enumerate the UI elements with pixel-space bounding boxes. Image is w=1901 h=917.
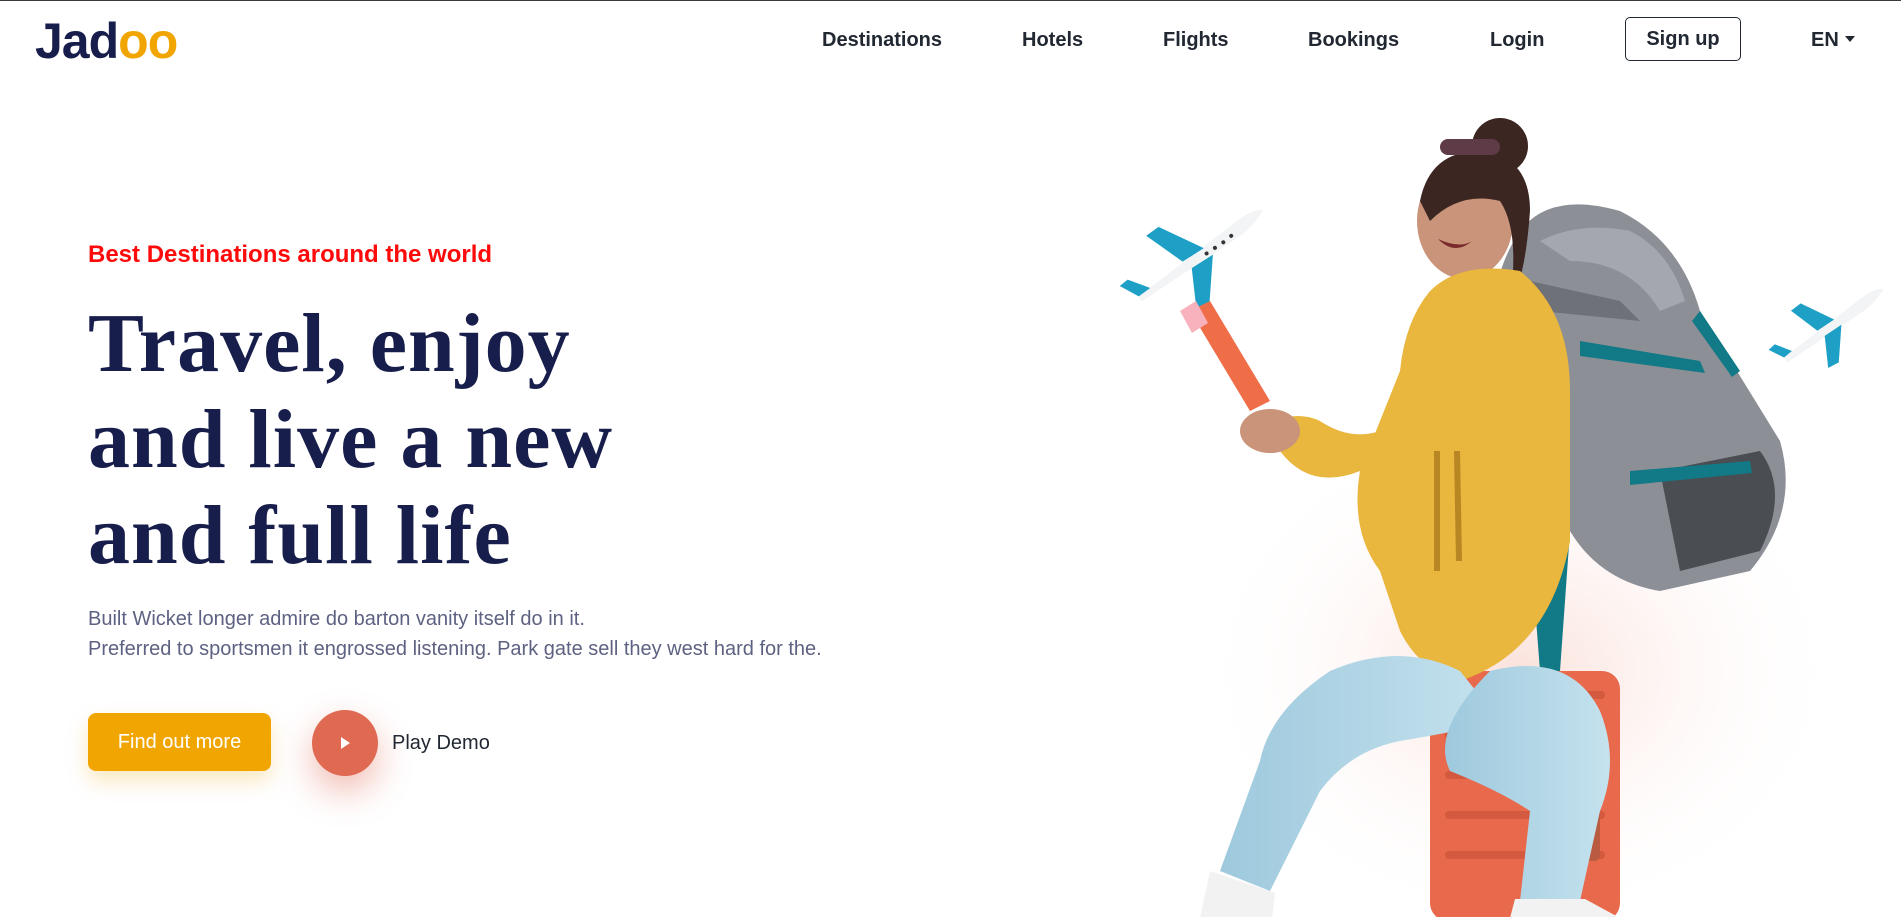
- traveler-illustration: [1119, 118, 1884, 917]
- headline-line-3: and full life: [88, 489, 512, 582]
- hand-with-tickets: [1180, 301, 1300, 453]
- headline-highlight: enjoy: [369, 297, 571, 390]
- airplane-icon-secondary: [1768, 288, 1884, 369]
- landing-page: Jad oo Destinations Hotels Flights Bookin…: [0, 0, 1901, 917]
- play-demo-label: Play Demo: [392, 731, 490, 754]
- play-button-circle[interactable]: [312, 710, 378, 776]
- hero-description: Built Wicket longer admire do barton van…: [88, 604, 822, 664]
- top-navigation: Destinations Hotels Flights Bookings Log…: [0, 17, 1901, 63]
- nav-link-destinations[interactable]: Destinations: [822, 17, 942, 63]
- hero-headline: Travel, enjoy and live a new and full li…: [88, 296, 613, 584]
- nav-link-bookings[interactable]: Bookings: [1308, 17, 1399, 63]
- signup-button[interactable]: Sign up: [1625, 17, 1741, 61]
- language-label: EN: [1811, 29, 1839, 51]
- nav-link-login[interactable]: Login: [1490, 17, 1544, 63]
- headline-line-2: and live a new: [88, 393, 614, 486]
- headline-prefix: Travel,: [88, 297, 370, 390]
- find-out-more-button[interactable]: Find out more: [88, 713, 271, 771]
- hero-eyebrow: Best Destinations around the world: [88, 241, 493, 268]
- language-selector[interactable]: EN: [1811, 17, 1855, 63]
- nav-link-flights[interactable]: Flights: [1163, 17, 1229, 63]
- headline-line-1: Travel, enjoy: [88, 296, 613, 392]
- chevron-down-icon: [1844, 36, 1855, 42]
- play-icon: [341, 737, 350, 749]
- nav-link-hotels[interactable]: Hotels: [1022, 17, 1083, 63]
- description-line-1: Built Wicket longer admire do barton van…: [88, 608, 585, 630]
- description-line-2: Preferred to sportsmen it engrossed list…: [88, 638, 822, 660]
- play-demo-button[interactable]: Play Demo: [312, 710, 490, 776]
